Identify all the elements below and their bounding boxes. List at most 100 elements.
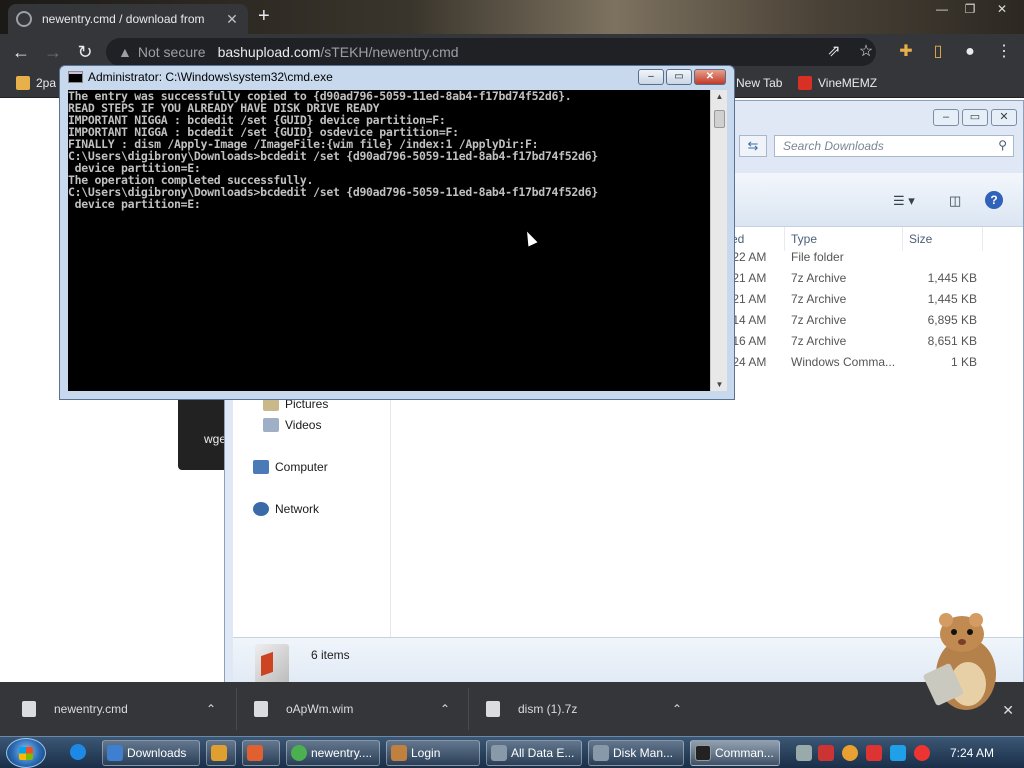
start-button[interactable] — [6, 738, 46, 768]
console-line: device partition=E: — [68, 197, 201, 211]
maximize-icon[interactable]: ▭ — [962, 109, 988, 126]
not-secure-label[interactable]: Not secure — [138, 44, 206, 60]
taskbar-button-all-data[interactable]: All Data E... — [486, 740, 582, 766]
close-window-icon[interactable]: ✕ — [988, 0, 1016, 18]
address-bar[interactable]: ▲ Not secure bashupload.com/sTEKH/newent… — [106, 38, 876, 66]
download-item[interactable]: dism (1).7z ⌃ — [486, 682, 688, 736]
preview-pane-icon[interactable]: ◫ — [949, 193, 961, 209]
taskbar-clock[interactable]: 7:24 AM — [950, 746, 994, 760]
url-host: bashupload.com — [217, 44, 321, 60]
internet-explorer-icon[interactable] — [70, 744, 86, 760]
scroll-thumb[interactable] — [714, 110, 725, 128]
new-tab-button[interactable]: + — [258, 6, 270, 26]
taskbar-button-downloads[interactable]: Downloads — [102, 740, 200, 766]
console-output[interactable]: The entry was successfully copied to {d9… — [68, 90, 710, 391]
nav-item-videos[interactable]: Videos — [263, 418, 321, 432]
file-icon — [22, 701, 36, 717]
refresh-button[interactable]: ⇆ — [739, 135, 767, 157]
divider — [236, 688, 237, 730]
vinememz-icon — [798, 76, 812, 90]
taskbar-label: Login — [411, 746, 441, 760]
taskbar-label: Downloads — [127, 746, 187, 760]
login-app-icon — [391, 745, 407, 761]
file-size: 1,445 KB — [927, 271, 977, 285]
restore-icon[interactable]: ❐ — [956, 0, 984, 18]
cmd-window-title: Administrator: C:\Windows\system32\cmd.e… — [88, 70, 333, 84]
media-player-icon — [211, 745, 227, 761]
file-size: 6,895 KB — [927, 313, 977, 327]
monitor-icon[interactable] — [890, 745, 906, 761]
back-button[interactable]: ← — [10, 42, 32, 62]
cmd-window-controls: – ▭ ✕ — [638, 69, 726, 85]
tab-title: newentry.cmd / download from — [42, 12, 205, 26]
taskbar-label: newentry.... — [311, 746, 373, 760]
scroll-down-icon[interactable]: ▼ — [711, 380, 728, 389]
search-placeholder: Search Downloads — [783, 139, 884, 153]
chevron-up-icon[interactable]: ⌃ — [440, 702, 450, 716]
warning-icon: ▲ — [118, 44, 132, 60]
forward-button[interactable]: → — [42, 42, 64, 62]
taskbar-button-login[interactable]: Login — [386, 740, 480, 766]
chevron-up-icon[interactable]: ⌃ — [206, 702, 216, 716]
browser-tab-strip: newentry.cmd / download from ✕ + — ❐ ✕ — [0, 0, 1024, 34]
scroll-up-icon[interactable]: ▲ — [711, 92, 728, 101]
flag-icon[interactable] — [866, 745, 882, 761]
taskbar-button-media[interactable] — [206, 740, 236, 766]
file-thumbnail-icon — [255, 644, 289, 684]
minimize-icon[interactable]: – — [638, 69, 664, 85]
help-icon[interactable]: ? — [985, 191, 1003, 209]
app-icon — [247, 745, 263, 761]
maximize-icon[interactable]: ▭ — [666, 69, 692, 85]
search-input[interactable]: Search Downloads ⚲ — [774, 135, 1014, 157]
share-icon[interactable]: ⇗ — [824, 43, 844, 61]
side-panel-icon[interactable]: ▯ — [928, 43, 948, 61]
file-type: Windows Comma... — [791, 355, 896, 369]
change-view-icon[interactable]: ☰ ▾ — [893, 193, 915, 209]
bookmark-item[interactable]: 2pa — [16, 76, 56, 90]
volume-icon[interactable] — [914, 745, 930, 761]
chevron-up-icon[interactable]: ⌃ — [672, 702, 682, 716]
chrome-icon — [291, 745, 307, 761]
browser-tab[interactable]: newentry.cmd / download from ✕ — [8, 4, 248, 34]
taskbar-button-chrome[interactable]: newentry.... — [286, 740, 380, 766]
tray-search-icon[interactable] — [842, 745, 858, 761]
minimize-icon[interactable]: – — [933, 109, 959, 126]
file-type: 7z Archive — [791, 292, 847, 306]
loading-icon — [16, 11, 32, 27]
window-icon — [491, 745, 507, 761]
close-icon[interactable]: ✕ — [694, 69, 726, 85]
profile-avatar[interactable]: ● — [960, 43, 980, 61]
nav-item-network[interactable]: Network — [253, 502, 319, 516]
tray-app-icon[interactable] — [796, 745, 812, 761]
bookmark-label: 2pa — [36, 76, 57, 90]
nav-label: Computer — [275, 460, 328, 474]
vertical-scrollbar[interactable]: ▲ ▼ — [710, 90, 727, 391]
file-type: 7z Archive — [791, 334, 847, 348]
minimize-icon[interactable]: — — [928, 0, 956, 18]
nav-item-computer[interactable]: Computer — [253, 460, 328, 474]
bookmark-star-icon[interactable]: ☆ — [856, 43, 876, 61]
bookmark-label: New Tab — [736, 76, 783, 90]
search-icon: ⚲ — [998, 138, 1007, 152]
close-tab-icon[interactable]: ✕ — [224, 11, 240, 28]
download-item[interactable]: newentry.cmd ⌃ — [22, 682, 224, 736]
menu-icon[interactable]: ⋮ — [994, 43, 1014, 61]
nav-label: Videos — [285, 418, 322, 432]
cmd-window: Administrator: C:\Windows\system32\cmd.e… — [59, 65, 735, 400]
close-icon[interactable]: ✕ — [991, 109, 1017, 126]
download-item[interactable]: oApWm.wim ⌃ — [254, 682, 456, 736]
videos-icon — [263, 418, 279, 432]
explorer-icon — [107, 745, 123, 761]
tray-check-icon[interactable] — [818, 745, 834, 761]
computer-icon — [253, 460, 269, 474]
windows-taskbar: Downloads newentry.... Login All Data E.… — [0, 736, 1024, 768]
taskbar-button-disk-management[interactable]: Disk Man... — [588, 740, 684, 766]
cmd-icon — [68, 71, 83, 83]
extensions-icon[interactable]: ✚ — [896, 43, 916, 61]
taskbar-button-app[interactable] — [242, 740, 280, 766]
download-filename: oApWm.wim — [286, 702, 354, 716]
bookmark-item[interactable]: VineMEMZ — [798, 76, 877, 90]
taskbar-button-command-prompt[interactable]: Comman... — [690, 740, 780, 766]
reload-button[interactable]: ↻ — [74, 42, 96, 62]
bookmark-label: VineMEMZ — [818, 76, 878, 90]
